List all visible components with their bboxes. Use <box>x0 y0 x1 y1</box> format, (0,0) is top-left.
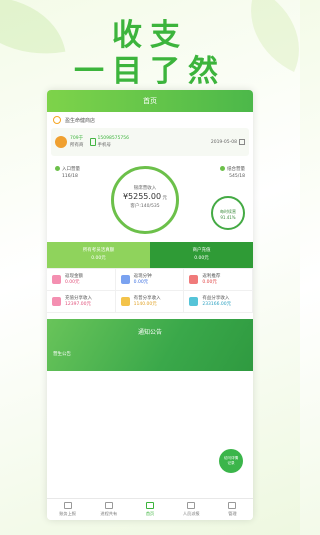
rate-circle[interactable]: 每时续营 91.41% <box>211 196 245 230</box>
tab-manage[interactable]: 管理 <box>212 499 253 520</box>
shop-row[interactable]: 盈生命健商店 <box>47 112 253 128</box>
tab-ledger[interactable]: 账务上报 <box>47 499 88 520</box>
settings-icon <box>228 502 237 509</box>
user-role: 所有商 <box>70 143 84 148</box>
user-icon <box>187 502 196 509</box>
income-sub: 客户:140/535 <box>130 204 160 209</box>
dot-icon <box>55 166 60 171</box>
tab-home[interactable]: 首页 <box>129 499 170 520</box>
grid-item[interactable]: 有益分享收入 233166.00元 <box>184 291 253 313</box>
grid-item[interactable]: 返利推荐 0.00元 <box>184 269 253 291</box>
grid-item-value: 233166.00元 <box>202 301 232 307</box>
phone-screen: 首页 盈生命健商店 709于 所有商 15098575756 手机号 2019-… <box>47 90 253 520</box>
shop-name: 盈生命健商店 <box>65 117 96 124</box>
page-title: 首页 <box>47 90 253 112</box>
grid-item-value: 0.00元 <box>202 279 217 285</box>
share-icon <box>120 297 130 306</box>
share-icon <box>189 297 199 306</box>
income-unit: 元 <box>162 196 168 201</box>
content-area: 访问详情 记录 <box>47 371 253 479</box>
tab-progress[interactable]: 进程共有 <box>88 499 129 520</box>
grid-item[interactable]: 返现分钟 0.00元 <box>115 269 185 291</box>
tab-label: 进程共有 <box>100 511 118 516</box>
user-info-bar: 709于 所有商 15098575756 手机号 2019-05-08 <box>51 128 249 156</box>
user-id: 709于 <box>70 136 84 141</box>
grid-item[interactable]: 充值分享收入 12397.00元 <box>47 291 116 313</box>
stat-recharge-value: 0.00元 <box>194 256 209 261</box>
tab-staff[interactable]: 人员派报 <box>171 499 212 520</box>
tab-label: 人员派报 <box>182 511 200 516</box>
notice-sub: 营生公告 <box>53 352 71 357</box>
wallet-icon <box>52 275 61 284</box>
notice-banner[interactable]: 通知公告 营生公告 <box>47 319 253 371</box>
grid-item[interactable]: 返现金额 0.00元 <box>47 269 116 291</box>
grid-item-value: 0.00元 <box>133 279 149 285</box>
stat-left-value: 116/18 <box>62 174 78 179</box>
grid-item-value: 1140.00元 <box>133 301 157 307</box>
stat-right-label: 纸合营量 <box>227 167 245 172</box>
bottom-tabbar: 账务上报 进程共有 首页 人员派报 管理 <box>47 498 253 520</box>
stats-bar: 所有考员活真额 0.00元 商户充值 0.00元 <box>47 242 253 268</box>
gift-icon <box>189 275 199 284</box>
share-icon <box>52 297 61 306</box>
notice-title: 通知公告 <box>137 329 162 336</box>
dot-icon <box>220 166 225 171</box>
stat-left: 入口营量 116/18 <box>55 166 80 180</box>
stat-activity-value: 0.00元 <box>91 256 106 261</box>
stat-right: 纸合营量 545/18 <box>220 166 245 180</box>
stat-recharge-label: 商户充值 <box>192 248 211 253</box>
income-amount: ¥5255.00 <box>122 192 162 201</box>
tab-label: 首页 <box>145 511 155 516</box>
ledger-icon <box>63 502 72 509</box>
stat-activity-label: 所有考员活真额 <box>82 248 115 253</box>
fab-label-2: 记录 <box>227 461 235 465</box>
avatar <box>55 136 67 148</box>
grid-item[interactable]: 有普分享收入 1140.00元 <box>115 291 185 313</box>
stat-left-label: 入口营量 <box>62 167 80 172</box>
summary-panel: 入口营量 116/18 纸合营量 545/18 银席营收入 ¥5255.00 元… <box>47 156 253 242</box>
tab-label: 管理 <box>228 511 237 516</box>
calendar-icon <box>239 139 245 145</box>
hero-title-line2: 一目了然 <box>74 54 226 89</box>
grid-item-value: 0.00元 <box>65 279 80 285</box>
phone-label: 手机号 <box>97 143 112 148</box>
phone-icon <box>89 138 96 146</box>
stat-right-value: 545/18 <box>229 174 245 179</box>
shop-icon <box>53 116 61 124</box>
user-phone: 15098575756 <box>97 136 130 141</box>
chart-icon <box>104 502 113 509</box>
detail-fab-button[interactable]: 访问详情 记录 <box>219 449 243 473</box>
home-icon <box>146 502 154 509</box>
hero-banner: 收支 一目了然 <box>0 0 320 90</box>
metrics-grid: 返现金额 0.00元 返现分钟 0.00元 返利推荐 0.00元 充值分享收入 1239… <box>47 268 253 313</box>
income-circle[interactable]: 银席营收入 ¥5255.00 元 客户:140/535 <box>111 166 179 234</box>
car-icon <box>120 275 130 284</box>
stat-recharge[interactable]: 商户充值 0.00元 <box>150 242 253 268</box>
date-picker[interactable]: 2019-05-08 <box>211 139 245 145</box>
grid-item-value: 12397.00元 <box>65 301 91 307</box>
tab-label: 账务上报 <box>59 511 76 516</box>
date-value: 2019-05-08 <box>210 139 237 145</box>
stat-activity[interactable]: 所有考员活真额 0.00元 <box>47 242 150 268</box>
rate-value: 91.41% <box>220 215 236 220</box>
